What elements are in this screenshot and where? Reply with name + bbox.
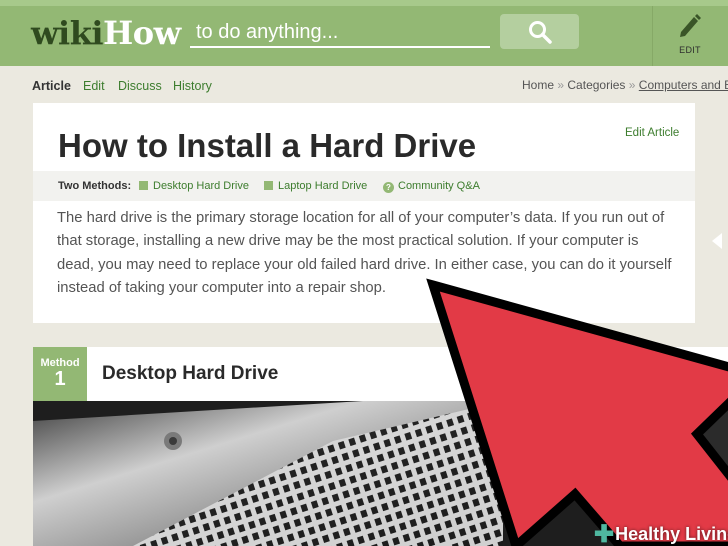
edit-label: EDIT (679, 45, 701, 55)
search-icon (529, 21, 552, 44)
healthy-living-watermark: ✚Healthy Living (594, 521, 728, 546)
tab-edit[interactable]: Edit (83, 79, 105, 93)
breadcrumb-home[interactable]: Home (522, 78, 554, 92)
question-icon: ? (383, 182, 394, 193)
square-bullet-icon (264, 181, 273, 190)
methods-bar: Two Methods: Desktop Hard Drive Laptop H… (33, 171, 695, 201)
plus-icon: ✚ (594, 521, 615, 546)
square-bullet-icon (139, 181, 148, 190)
wikihow-logo[interactable]: wikiHow (31, 15, 181, 51)
methods-lead: Two Methods: (58, 180, 132, 192)
method-link-community-qa[interactable]: ? Community Q&A (383, 180, 480, 193)
breadcrumb-separator: » (628, 78, 636, 92)
method-link-laptop[interactable]: Laptop Hard Drive (264, 180, 367, 192)
method-word: Method (40, 357, 80, 369)
site-header: wikiHow EDIT (0, 0, 728, 66)
breadcrumb-categories[interactable]: Categories (567, 78, 625, 92)
method-section: Method 1 Desktop Hard Drive (33, 347, 728, 546)
page-title: How to Install a Hard Drive (58, 127, 477, 164)
pencil-icon (680, 14, 701, 37)
edit-article-link[interactable]: Edit Article (625, 127, 679, 139)
chevron-left-icon[interactable] (712, 233, 724, 249)
breadcrumb-current[interactable]: Computers and Ele (639, 78, 728, 92)
method-number: 1 (54, 368, 66, 390)
search-button[interactable] (500, 14, 579, 49)
method-title: Desktop Hard Drive (102, 363, 279, 384)
tab-history[interactable]: History (173, 79, 212, 93)
intro-paragraph: The hard drive is the primary storage lo… (57, 210, 672, 296)
method-badge: Method 1 (33, 347, 87, 401)
breadcrumb: Home » Categories » Computers and Ele (522, 78, 728, 92)
breadcrumb-separator: » (557, 78, 565, 92)
search-input[interactable] (190, 18, 490, 48)
tab-article[interactable]: Article (32, 79, 71, 93)
tab-discuss[interactable]: Discuss (118, 79, 162, 93)
article-intro-card: Edit Article How to Install a Hard Drive… (33, 103, 695, 323)
edit-button[interactable]: EDIT (652, 6, 728, 66)
method-link-desktop[interactable]: Desktop Hard Drive (139, 180, 249, 192)
